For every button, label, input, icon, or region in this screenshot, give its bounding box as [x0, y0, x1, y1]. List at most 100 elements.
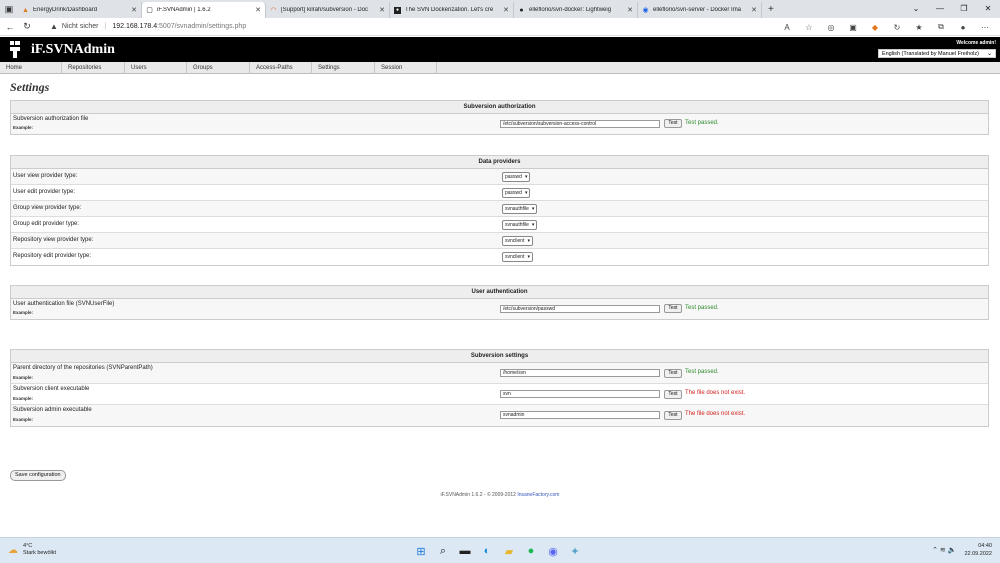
select-value: svnauthfile [505, 222, 529, 228]
close-icon[interactable]: ✕ [976, 0, 1000, 18]
field-label: Subversion authorization file [13, 116, 89, 122]
browser-tab-3[interactable]: ● The SVN Dockerization. Let's cre ✕ [390, 2, 514, 18]
refresh-extension-icon[interactable]: ↻ [886, 23, 908, 32]
separator: | [104, 23, 107, 30]
favorites-icon[interactable]: ★ [908, 23, 930, 32]
main-menu: Home Repositories Users Groups Access-Pa… [0, 62, 1000, 74]
save-configuration-button[interactable]: Save configuration [10, 470, 66, 481]
close-icon[interactable]: ✕ [627, 6, 633, 14]
clock-time: 04:40 [978, 543, 992, 549]
menu-item-repositories[interactable]: Repositories [62, 62, 125, 74]
favorite-star-icon[interactable]: ☆ [798, 23, 820, 32]
browser-tab-0[interactable]: ▲ EnergyDrink/Dashboard ✕ [18, 2, 142, 18]
section-title: User authentication [11, 286, 988, 299]
menu-item-users[interactable]: Users [125, 62, 187, 74]
example-label: Example: [13, 417, 34, 422]
menu-item-home[interactable]: Home [0, 62, 62, 74]
footer-link[interactable]: InsaneFactory.com [517, 492, 559, 498]
menu-item-access-paths[interactable]: Access-Paths [250, 62, 312, 74]
user-edit-provider-select[interactable]: passwd ▾ [502, 188, 531, 198]
spotify-icon[interactable]: ● [523, 543, 539, 559]
url-field[interactable]: 192.168.178.4:5007/svnadmin/settings.php [112, 23, 246, 30]
collections-icon[interactable]: ⧉ [930, 22, 952, 32]
group-edit-provider-select[interactable]: svnauthfile ▾ [502, 220, 538, 230]
warning-triangle-icon: ▲ [50, 22, 58, 31]
field-label: Subversion client executable [13, 386, 90, 392]
authz-file-input[interactable]: /etc/subversion/subversion-access-contro… [500, 120, 660, 128]
language-select[interactable]: English (Translated by Manuel Freiholz) … [877, 49, 996, 58]
menu-item-session[interactable]: Session [375, 62, 437, 74]
settings-row: User authentication file (SVNUserFile) E… [11, 299, 988, 319]
repository-view-provider-select[interactable]: svnclient ▾ [502, 236, 533, 246]
close-icon[interactable]: ✕ [379, 6, 385, 14]
more-icon[interactable]: ⋯ [974, 23, 996, 32]
chevron-down-icon: ▾ [524, 174, 528, 180]
reload-icon[interactable]: ↻ [20, 21, 34, 32]
menu-item-groups[interactable]: Groups [187, 62, 250, 74]
extension-box-icon[interactable]: ▣ [842, 23, 864, 32]
repository-edit-provider-select[interactable]: svnclient ▾ [502, 252, 533, 262]
windows-taskbar: ☁ 4°C Stark bewölkt ⊞ ⌕ ▬ ◐ ▰ ● ◉ ✦ ⌃ ≋ … [0, 537, 1000, 563]
browser-tab-5[interactable]: ◉ elleflorio/svn-server - Docker Ima ✕ [638, 2, 762, 18]
window-controls: ⌄ — ❐ ✕ [904, 0, 1000, 18]
group-view-provider-select[interactable]: svnauthfile ▾ [502, 204, 538, 214]
svn-client-input[interactable]: svn [500, 390, 660, 398]
close-icon[interactable]: ✕ [503, 6, 509, 14]
tray-icons[interactable]: ⌃ ≋ 🔈 [932, 546, 956, 554]
browser-tab-4[interactable]: ● elleflorio/svn-docker: Lightweig ✕ [514, 2, 638, 18]
chevron-down-icon: ▾ [524, 190, 528, 196]
close-icon[interactable]: ✕ [751, 6, 757, 14]
settings-row: Repository view provider type: svnclient… [11, 233, 988, 249]
maximize-icon[interactable]: ❐ [952, 0, 976, 18]
settings-row: Subversion client executable Example: sv… [11, 384, 988, 405]
menu-item-settings[interactable]: Settings [312, 62, 375, 74]
search-icon[interactable]: ⌕ [435, 543, 451, 559]
profile-avatar-icon[interactable]: ● [952, 23, 974, 32]
user-view-provider-select[interactable]: passwd ▾ [502, 172, 531, 182]
svnadmin-input[interactable]: svnadmin [500, 411, 660, 419]
svn-parent-path-input[interactable]: /home/svn [500, 369, 660, 377]
chevron-down-icon[interactable]: ⌄ [904, 0, 928, 18]
test-button[interactable]: Test [664, 369, 682, 378]
test-status: The file does not exist. [685, 390, 746, 396]
system-tray: ⌃ ≋ 🔈 04:40 22.09.2022 [932, 542, 992, 558]
field-label: Group edit provider type: [13, 221, 80, 227]
task-view-icon[interactable]: ▬ [457, 543, 473, 559]
app-icon[interactable]: ✦ [567, 543, 583, 559]
minimize-icon[interactable]: — [928, 0, 952, 18]
close-icon[interactable]: ✕ [131, 6, 137, 14]
close-icon[interactable]: ✕ [255, 6, 261, 14]
new-tab-button[interactable]: + [762, 2, 780, 18]
test-status: Test passed. [685, 120, 719, 126]
section-title: Subversion settings [11, 350, 988, 363]
chevron-down-icon: ▾ [531, 222, 535, 228]
app-header: iF.SVNAdmin Welcome admin! English (Tran… [0, 37, 1000, 62]
test-button[interactable]: Test [664, 304, 682, 313]
weather-widget[interactable]: ☁ 4°C Stark bewölkt [8, 543, 56, 557]
file-explorer-icon[interactable]: ▰ [501, 543, 517, 559]
user-file-input[interactable]: /etc/subversion/passwd [500, 305, 660, 313]
windows-start-icon[interactable]: ⊞ [413, 543, 429, 559]
back-icon[interactable]: ← [3, 22, 17, 32]
edge-icon[interactable]: ◐ [479, 543, 495, 559]
test-button[interactable]: Test [664, 390, 682, 399]
section-subversion-settings: Subversion settings Parent directory of … [10, 349, 989, 427]
field-label: Parent directory of the repositories (SV… [13, 365, 153, 371]
browser-tab-1[interactable]: ▢ iF.SVNAdmin | 1.6.2 ✕ [142, 2, 266, 18]
browser-tab-2[interactable]: ◠ [Support] kilrah/subversion - Doc ✕ [266, 2, 390, 18]
discord-icon[interactable]: ◉ [545, 543, 561, 559]
metamask-icon[interactable]: ◆ [864, 23, 886, 32]
tab-actions-icon[interactable]: ▣ [0, 0, 18, 18]
clock[interactable]: 04:40 22.09.2022 [964, 542, 992, 558]
url-host: 192.168.178.4 [112, 23, 158, 30]
security-indicator[interactable]: ▲ Nicht sicher | [50, 22, 106, 31]
field-label: Repository edit provider type: [13, 253, 92, 259]
extension-icon[interactable]: ◎ [820, 23, 842, 32]
language-value: English (Translated by Manuel Freiholz) [881, 50, 979, 57]
test-button[interactable]: Test [664, 411, 682, 420]
read-aloud-icon[interactable]: A [776, 23, 798, 32]
clock-date: 22.09.2022 [964, 551, 992, 557]
settings-row: Group view provider type: svnauthfile ▾ [11, 201, 988, 217]
browser-tab-strip: ▣ ▲ EnergyDrink/Dashboard ✕ ▢ iF.SVNAdmi… [0, 0, 1000, 18]
test-button[interactable]: Test [664, 119, 682, 128]
